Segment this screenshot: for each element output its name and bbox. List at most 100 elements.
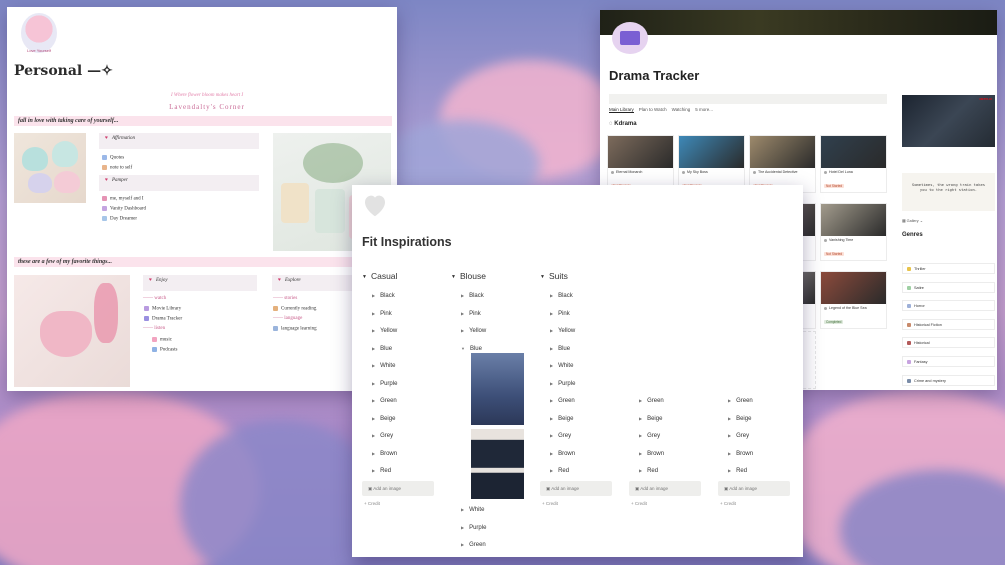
add-image-button[interactable]: ▣ Add an image [629,481,701,496]
column-heading[interactable]: ▼ Casual [362,271,397,281]
color-toggle[interactable]: ▶ Black [550,293,573,299]
link-language-learning[interactable]: language learning [273,326,317,332]
netflix-logo: NETFLIX [979,97,993,101]
genre-item[interactable]: Thriller [902,263,995,274]
toggle-triangle-icon: ▶ [372,363,376,368]
add-image-button[interactable]: ▣ Add an image [540,481,612,496]
color-toggle[interactable]: ▶ White [372,363,395,369]
color-toggle[interactable]: ▶ Red [728,468,747,474]
pamper-card[interactable]: ♥ Pamper [99,175,259,191]
credit-button[interactable]: + Credit [631,501,647,506]
enjoy-card[interactable]: ♥ Enjoy [143,275,257,291]
color-toggle[interactable]: ▶ Purple [461,525,486,531]
genre-item[interactable]: Crime and mystery [902,374,995,386]
color-toggle[interactable]: ▶ Yellow [550,328,575,334]
color-toggle[interactable]: ▼ Blue [461,346,482,352]
color-toggle[interactable]: ▶ Purple [550,381,575,387]
genre-item[interactable]: Fantasy [902,356,995,367]
credit-button[interactable]: + Credit [364,501,380,506]
toggle-triangle-icon: ▶ [372,328,376,333]
toggle-triangle-icon: ▶ [461,328,465,333]
tab-main-library[interactable]: Main Library [609,107,634,113]
color-toggle[interactable]: ▶ Grey [639,433,660,439]
toggle-stories[interactable]: —— stories [273,296,297,301]
color-toggle[interactable]: ▶ Blue [550,346,570,352]
color-toggle[interactable]: ▶ Grey [728,433,749,439]
color-toggle[interactable]: ▶ Beige [728,416,751,422]
color-toggle[interactable]: ▶ Purple [372,381,397,387]
drama-card[interactable]: Legend of the Blue Sea Completed [820,271,887,329]
color-toggle[interactable]: ▶ Yellow [461,328,486,334]
color-toggle[interactable]: ▶ Beige [372,416,395,422]
color-toggle[interactable]: ▶ Brown [728,451,753,457]
toggle-language[interactable]: —— language [273,316,302,321]
heart-icon: ♥ [149,278,152,283]
link-podcasts[interactable]: Podcasts [152,347,178,353]
color-toggle[interactable]: ▶ White [550,363,573,369]
color-toggle[interactable]: ▶ Brown [639,451,664,457]
color-toggle[interactable]: ▶ Red [550,468,569,474]
credit-button[interactable]: + Credit [542,501,558,506]
color-toggle[interactable]: ▶ Pink [372,311,392,317]
page-icon [152,337,157,342]
tab-plan-to-watch[interactable]: Plan to Watch [639,107,667,113]
color-toggle[interactable]: ▶ Red [372,468,391,474]
toggle-triangle-icon: ▶ [372,345,376,351]
color-toggle[interactable]: ▶ Green [728,398,753,404]
genre-item[interactable]: Historical [902,337,995,349]
toggle-listen[interactable]: —— listen [143,326,165,331]
column-heading[interactable]: ▼ Suits [540,271,568,281]
color-toggle[interactable]: ▶ Grey [550,433,571,439]
link-me-myself[interactable]: me, myself and I [102,196,144,202]
genre-item[interactable]: Horror [902,300,995,312]
genre-item[interactable]: Historical Fiction [902,318,995,330]
color-toggle[interactable]: ▶ Black [461,293,484,299]
link-vanity-dashboard[interactable]: Vanity Dashboard [102,206,146,212]
color-toggle[interactable]: ▶ Green [639,398,664,404]
color-toggle[interactable]: ▶ Pink [461,311,481,317]
drama-card[interactable]: Vanishing Time Not Started [820,203,887,261]
toggle-triangle-icon: ▶ [550,415,554,421]
tab-watching[interactable]: Watching [672,107,691,113]
add-image-button[interactable]: ▣ Add an image [718,481,790,496]
link-note-to-self[interactable]: note to self [102,165,132,171]
color-toggle[interactable]: ▶ Blue [372,346,392,352]
color-toggle[interactable]: ▶ Beige [550,416,573,422]
color-toggle[interactable]: ▶ Brown [372,451,397,457]
color-toggle[interactable]: ▶ Beige [639,416,662,422]
drama-card[interactable]: Hotel Del Luna Not Started [820,135,887,193]
link-music[interactable]: music [152,337,172,343]
page-title: Personal —✧ [14,63,113,79]
link-movie-library[interactable]: Movie Library [144,306,181,312]
color-toggle[interactable]: ▶ Green [550,398,575,404]
credit-button[interactable]: + Credit [720,501,736,506]
color-toggle[interactable]: ▶ White [461,507,484,513]
color-toggle[interactable]: ▶ Black [372,293,395,299]
column-heading[interactable]: ▼ Blouse [451,271,486,281]
link-drama-tracker[interactable]: Drama Tracker [144,316,182,322]
add-image-button[interactable]: ▣ Add an image [362,481,434,496]
toggle-triangle-icon: ▶ [461,310,465,316]
drama-title: Eternal Monarch [608,168,673,174]
affirmation-card[interactable]: ♥ Affirmation [99,133,259,149]
toggle-watch[interactable]: —— watch [143,296,166,301]
color-toggle[interactable]: ▶ Grey [372,433,393,439]
drama-title: Legend of the Blue Sea [821,304,886,310]
link-day-dreamer[interactable]: Day Dreamer [102,216,137,222]
color-toggle[interactable]: ▶ Green [461,542,486,548]
color-toggle[interactable]: ▶ Yellow [372,328,397,334]
drama-poster [679,136,744,168]
tab-more[interactable]: 5 more... [695,107,713,113]
drama-poster [821,204,886,236]
page-icon [144,306,149,311]
color-toggle[interactable]: ▶ Red [639,468,658,474]
link-quotes[interactable]: Quotes [102,155,124,161]
link-currently-reading[interactable]: Currently reading [273,306,316,312]
gallery-view-selector[interactable]: ▦ Gallery ⌄ [902,218,923,223]
genre-label: Historical [914,341,930,346]
color-toggle[interactable]: ▶ Pink [550,311,570,317]
color-toggle[interactable]: ▶ Brown [550,451,575,457]
color-toggle[interactable]: ▶ Green [372,398,397,404]
laptop-icon [612,22,648,54]
genre-item[interactable]: Satire [902,281,995,293]
